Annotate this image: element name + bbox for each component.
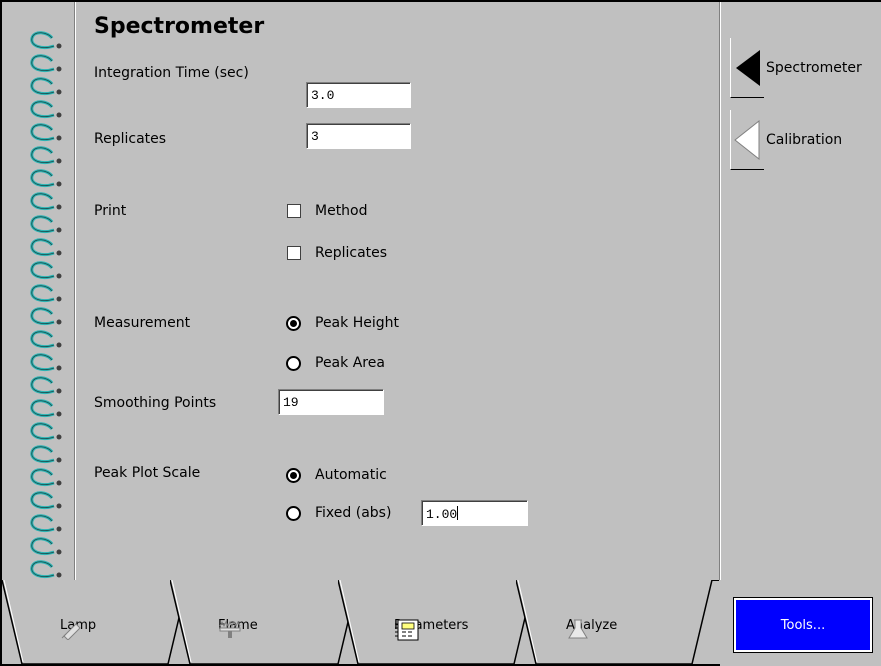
replicates-label: Replicates — [94, 131, 167, 147]
parameters-icon — [395, 619, 419, 641]
side-tab-calibration[interactable]: Calibration — [730, 110, 881, 170]
fixed-abs-input[interactable]: 1.00 — [421, 500, 528, 526]
print-method-label: Method — [315, 203, 368, 219]
spiral-ring — [30, 353, 62, 372]
spiral-ring — [30, 376, 62, 395]
spiral-ring — [30, 215, 62, 234]
spiral-ring — [30, 192, 62, 211]
print-replicates-label: Replicates — [315, 245, 388, 261]
peak-height-radio-row[interactable]: Peak Height — [286, 315, 399, 331]
spiral-ring — [30, 445, 62, 464]
tab-flame-content: Flame — [218, 618, 258, 638]
side-tab-label: Calibration — [766, 132, 843, 148]
fixed-radio-row[interactable]: Fixed (abs) — [286, 505, 391, 521]
print-replicates-checkbox-row[interactable]: Replicates — [287, 245, 387, 261]
smoothing-points-label: Smoothing Points — [94, 395, 217, 411]
measurement-label: Measurement — [94, 315, 191, 331]
peak-height-label: Peak Height — [315, 315, 399, 331]
page-title: Spectrometer — [94, 14, 265, 39]
print-label: Print — [94, 203, 127, 219]
peak-height-radio[interactable] — [286, 315, 301, 331]
peak-plot-scale-label: Peak Plot Scale — [94, 465, 201, 481]
tab-parameters-content: Parameters — [394, 618, 468, 641]
automatic-radio-row[interactable]: Automatic — [286, 467, 387, 483]
side-tab-spectrometer[interactable]: Spectrometer — [730, 38, 881, 98]
text-caret — [457, 506, 459, 520]
automatic-radio[interactable] — [286, 467, 301, 483]
print-replicates-checkbox[interactable] — [287, 246, 301, 260]
spiral-ring — [30, 514, 62, 533]
spiral-ring — [30, 491, 62, 510]
integration-time-label: Integration Time (sec) — [94, 65, 249, 81]
peak-area-radio-row[interactable]: Peak Area — [286, 355, 385, 371]
arrow-left-filled-icon — [736, 50, 760, 86]
spiral-ring — [30, 399, 62, 418]
spiral-ring — [30, 31, 62, 50]
tab-analyze[interactable]: Analyze — [516, 580, 726, 665]
spiral-ring — [30, 307, 62, 326]
spiral-ring — [30, 169, 62, 188]
spiral-ring — [30, 468, 62, 487]
parameters-page: Spectrometer Integration Time (sec) 3.0 … — [76, 2, 719, 580]
side-panel-separator-highlight — [720, 2, 721, 580]
tab-analyze-content: Analyze — [566, 618, 617, 639]
fixed-radio[interactable] — [286, 505, 301, 521]
peak-area-radio[interactable] — [286, 355, 301, 371]
peak-area-label: Peak Area — [315, 355, 385, 371]
print-method-checkbox[interactable] — [287, 204, 301, 218]
smoothing-points-input[interactable]: 19 — [278, 389, 384, 415]
print-method-checkbox-row[interactable]: Method — [287, 203, 368, 219]
analyze-icon — [568, 619, 588, 639]
lamp-icon — [61, 623, 81, 640]
tab-shape — [516, 580, 713, 665]
tab-lamp-content: Lamp — [60, 618, 96, 640]
spiral-ring — [30, 123, 62, 142]
flame-icon — [219, 620, 241, 638]
spiral-ring — [30, 238, 62, 257]
spiral-ring — [30, 261, 62, 280]
spiral-ring — [30, 537, 62, 556]
tools-button[interactable]: Tools... — [733, 597, 873, 653]
notebook-spiral-binding — [30, 31, 62, 579]
spiral-ring — [30, 54, 62, 73]
replicates-input[interactable]: 3 — [306, 123, 411, 149]
spiral-ring — [30, 146, 62, 165]
spiral-ring — [30, 284, 62, 303]
side-tab-label: Spectrometer — [766, 60, 862, 76]
spiral-ring — [30, 77, 62, 96]
spiral-ring — [30, 100, 62, 119]
tools-panel: Tools... — [720, 580, 881, 666]
spiral-ring — [30, 560, 62, 579]
spiral-ring — [30, 422, 62, 441]
spiral-ring — [30, 330, 62, 349]
arrow-left-outline-icon — [734, 120, 760, 160]
fixed-label: Fixed (abs) — [315, 505, 392, 521]
integration-time-input[interactable]: 3.0 — [306, 82, 411, 108]
automatic-label: Automatic — [315, 467, 387, 483]
